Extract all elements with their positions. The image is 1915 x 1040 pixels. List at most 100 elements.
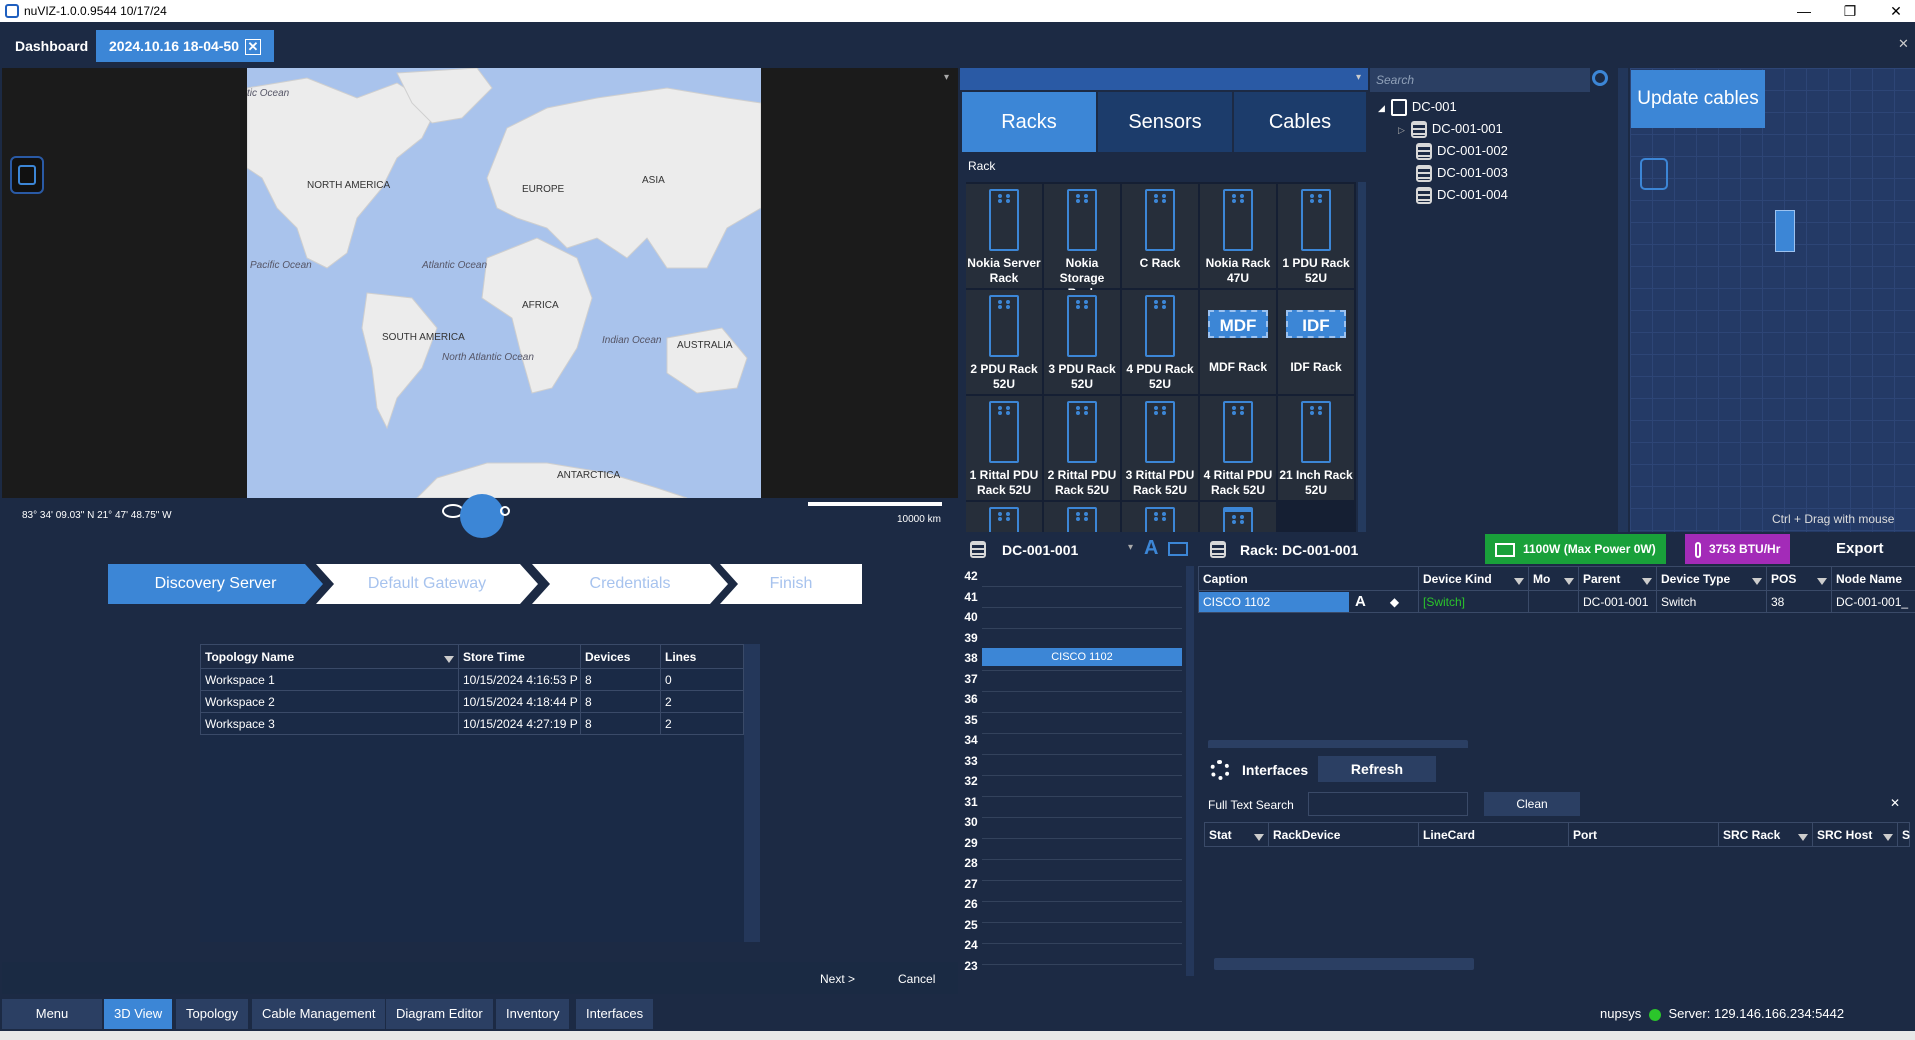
filter-icon[interactable] — [1514, 577, 1524, 585]
close-tab-icon[interactable]: ✕ — [245, 39, 261, 56]
rack-item[interactable] — [1122, 502, 1198, 532]
table-row[interactable]: Workspace 3 10/15/2024 4:27:19 P82 — [200, 712, 744, 735]
col-src-rack[interactable]: SRC Rack — [1718, 822, 1813, 847]
col-port[interactable]: Port — [1568, 822, 1719, 847]
next-button[interactable]: Next > — [820, 972, 855, 986]
rack-device[interactable]: CISCO 1102 — [982, 648, 1182, 666]
filter-icon[interactable] — [1642, 577, 1652, 585]
zoom-slider-handle[interactable] — [460, 494, 504, 538]
minimize-button[interactable]: — — [1781, 0, 1827, 22]
rack-item[interactable]: 2 Rittal PDU Rack 52U — [1044, 396, 1120, 500]
filter-icon[interactable] — [1564, 577, 1574, 585]
tab-cables[interactable]: Cables — [1234, 92, 1366, 152]
table-row[interactable]: Workspace 1 10/15/2024 4:16:53 P80 — [200, 668, 744, 691]
col-line-card[interactable]: LineCard — [1418, 822, 1569, 847]
maximize-button[interactable]: ❐ — [1827, 0, 1873, 22]
filter-icon[interactable] — [1752, 577, 1762, 585]
menu-cable-management[interactable]: Cable Management — [252, 999, 386, 1029]
rack-item[interactable]: 3 PDU Rack 52U — [1044, 290, 1120, 394]
compass-hex-icon[interactable] — [1640, 158, 1668, 190]
tree-node[interactable]: ▷ DC-001-001 — [1378, 118, 1614, 140]
col-device-kind[interactable]: Device Kind — [1418, 566, 1529, 591]
col-caption[interactable]: Caption — [1198, 566, 1419, 591]
menu-button[interactable]: Menu — [2, 999, 102, 1029]
export-button[interactable]: Export — [1836, 534, 1884, 564]
rack-catalog-scrollbar[interactable] — [1358, 182, 1366, 532]
col-stat[interactable]: Stat — [1204, 822, 1269, 847]
table-row[interactable]: CISCO 1102 A ◆ [Switch] DC-001-001 Switch … — [1198, 590, 1915, 613]
menu-inventory[interactable]: Inventory — [496, 999, 570, 1029]
rack-item[interactable]: 4 Rittal PDU Rack 52U — [1200, 396, 1276, 500]
rack-slots[interactable] — [982, 566, 1182, 976]
menu-diagram-editor[interactable]: Diagram Editor — [386, 999, 493, 1029]
table-row[interactable]: Workspace 2 10/15/2024 4:18:44 P82 — [200, 690, 744, 713]
col-topology-name[interactable]: Topology Name — [200, 644, 459, 669]
rack-3d-object[interactable] — [1775, 210, 1795, 252]
rack-item[interactable]: Nokia Storage Rack — [1044, 184, 1120, 300]
col-s[interactable]: S — [1897, 822, 1910, 847]
rack-item[interactable] — [1044, 502, 1120, 532]
menu-topology[interactable]: Topology — [176, 999, 249, 1029]
tab-racks[interactable]: Racks — [962, 92, 1096, 152]
chevron-down-icon[interactable]: ▾ — [1356, 72, 1361, 83]
font-icon[interactable]: A — [1355, 593, 1366, 610]
tree-scrollbar[interactable] — [1618, 68, 1628, 532]
map-pane[interactable]: tic Ocean NORTH AMERICA EUROPE ASIA Paci… — [2, 68, 958, 498]
rack-selector[interactable]: DC-001-001 — [1002, 542, 1078, 558]
tree-node[interactable]: DC-001-002 — [1378, 140, 1614, 162]
rack-item[interactable]: 4 PDU Rack 52U — [1122, 290, 1198, 394]
filter-icon[interactable] — [1817, 577, 1827, 585]
menu-3d-view[interactable]: 3D View — [104, 999, 173, 1029]
wizard-step-credentials[interactable]: Credentials — [532, 564, 728, 604]
search-icon[interactable] — [1592, 70, 1608, 86]
tree-search-input[interactable]: Search — [1370, 68, 1590, 92]
tab-sensors[interactable]: Sensors — [1098, 92, 1232, 152]
rack-scrollbar[interactable] — [1186, 566, 1194, 976]
wizard-step-default-gateway[interactable]: Default Gateway — [316, 564, 538, 604]
rack-item[interactable]: C Rack — [1122, 184, 1198, 288]
clean-button[interactable]: Clean — [1484, 792, 1580, 816]
update-cables-button[interactable]: Update cables — [1631, 70, 1765, 128]
full-text-search-input[interactable] — [1308, 792, 1468, 816]
col-mo[interactable]: Mo — [1528, 566, 1579, 591]
cancel-button[interactable]: Cancel — [898, 972, 935, 986]
filter-icon[interactable] — [1883, 833, 1893, 841]
tree-node[interactable]: DC-001-004 — [1378, 184, 1614, 206]
tab-dashboard[interactable]: Dashboard — [2, 30, 101, 62]
rack-item[interactable]: 3 Rittal PDU Rack 52U — [1122, 396, 1198, 500]
col-devices[interactable]: Devices — [580, 644, 661, 669]
col-pos[interactable]: POS — [1766, 566, 1832, 591]
rack-item[interactable]: 21 Inch Rack 52U — [1278, 396, 1354, 500]
col-store-time[interactable]: Store Time — [458, 644, 581, 669]
rack-item[interactable] — [966, 502, 1042, 532]
world-map[interactable]: tic Ocean NORTH AMERICA EUROPE ASIA Paci… — [247, 68, 761, 498]
wizard-step-discovery-server[interactable]: Discovery Server — [108, 564, 323, 604]
refresh-button[interactable]: Refresh — [1318, 756, 1436, 782]
font-size-icon[interactable]: A — [1144, 537, 1158, 560]
zoom-icon[interactable] — [500, 506, 510, 516]
close-all-icon[interactable]: ✕ — [1898, 36, 1909, 52]
rack-item[interactable]: IDF IDF Rack — [1278, 290, 1354, 394]
filter-icon[interactable] — [444, 655, 454, 663]
wizard-step-finish[interactable]: Finish — [720, 564, 862, 604]
tree-node[interactable]: DC-001-003 — [1378, 162, 1614, 184]
menu-interfaces[interactable]: Interfaces — [576, 999, 654, 1029]
tree-node-root[interactable]: ◢ DC-001 — [1378, 96, 1614, 118]
filter-icon[interactable] — [1798, 833, 1808, 841]
rack-item[interactable]: Nokia Server Rack — [966, 184, 1042, 288]
col-lines[interactable]: Lines — [660, 644, 744, 669]
fill-color-icon[interactable]: ◆ — [1390, 595, 1399, 609]
compass-hex-icon[interactable] — [10, 156, 44, 194]
col-parent[interactable]: Parent — [1578, 566, 1657, 591]
caption-cell[interactable]: CISCO 1102 A ◆ — [1198, 590, 1419, 613]
rack-item[interactable] — [1200, 502, 1276, 532]
rack-item[interactable]: 1 PDU Rack 52U — [1278, 184, 1354, 288]
col-rack-device[interactable]: RackDevice — [1268, 822, 1419, 847]
rack-item[interactable]: 2 PDU Rack 52U — [966, 290, 1042, 394]
gear-icon[interactable] — [1210, 760, 1230, 780]
col-node-name[interactable]: Node Name — [1831, 566, 1915, 591]
chevron-down-icon[interactable]: ▾ — [1128, 542, 1133, 553]
col-src-host[interactable]: SRC Host — [1812, 822, 1898, 847]
rack-item[interactable]: 1 Rittal PDU Rack 52U — [966, 396, 1042, 500]
close-icon[interactable]: ✕ — [1890, 796, 1900, 810]
